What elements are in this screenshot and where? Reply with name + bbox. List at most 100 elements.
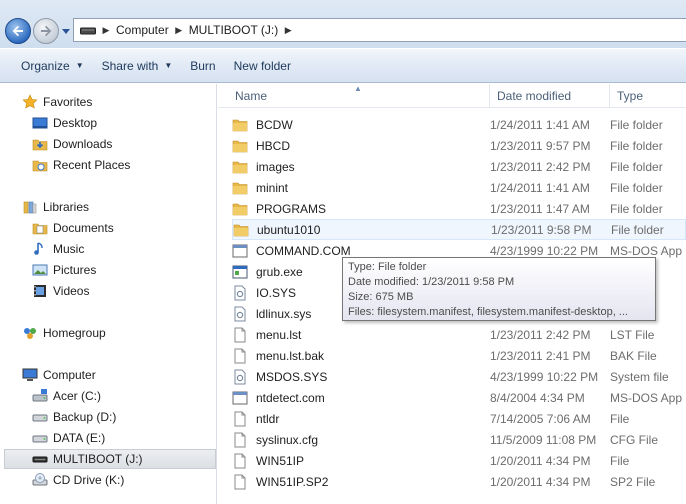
file-row[interactable]: PROGRAMS 1/23/2011 1:47 AM File folder <box>232 198 686 219</box>
documents-icon <box>32 220 48 236</box>
nav-drive-k[interactable]: CD Drive (K:) <box>32 470 202 490</box>
address-bar[interactable]: ▶ Computer ▶ MULTIBOOT (J:) ▶ <box>73 18 686 42</box>
burn-label: Burn <box>190 58 216 73</box>
file-row[interactable]: ubuntu1010 1/23/2011 9:58 PM File folder <box>232 219 686 240</box>
tooltip-files: Files: filesystem.manifest, filesystem.m… <box>348 306 628 318</box>
nav-downloads[interactable]: Downloads <box>32 134 202 154</box>
back-button[interactable] <box>5 18 31 44</box>
system-file-icon <box>232 285 248 301</box>
file-row[interactable]: menu.lst 1/23/2011 2:42 PM LST File <box>232 324 686 345</box>
recent-pages-dropdown[interactable] <box>61 26 71 36</box>
file-type: MS-DOS App <box>610 243 683 258</box>
nav-drive-d[interactable]: Backup (D:) <box>32 407 202 427</box>
star-icon <box>22 94 38 110</box>
nav-desktop[interactable]: Desktop <box>32 113 202 133</box>
file-row[interactable]: menu.lst.bak 1/23/2011 2:41 PM BAK File <box>232 345 686 366</box>
file-row[interactable]: images 1/23/2011 2:42 PM File folder <box>232 156 686 177</box>
nav-favorites[interactable]: Favorites <box>22 92 202 112</box>
nav-computer[interactable]: Computer <box>22 365 202 385</box>
nav-label: Homegroup <box>43 326 106 340</box>
file-date: 1/23/2011 2:42 PM <box>490 327 591 342</box>
file-type: CFG File <box>610 432 658 447</box>
nav-documents[interactable]: Documents <box>32 218 202 238</box>
file-row[interactable]: syslinux.cfg 11/5/2009 11:08 PM CFG File <box>232 429 686 450</box>
folder-info-tooltip: Type: File folder Date modified: 1/23/20… <box>342 257 656 321</box>
breadcrumb-multiboot[interactable]: MULTIBOOT (J:) <box>185 23 283 37</box>
nav-homegroup[interactable]: Homegroup <box>22 323 202 343</box>
file-name: PROGRAMS <box>256 201 327 216</box>
file-date: 7/14/2005 7:06 AM <box>490 411 591 426</box>
file-name: minint <box>256 180 289 195</box>
downloads-folder-icon <box>32 136 48 152</box>
nav-label: Music <box>53 242 85 256</box>
nav-label: Acer (C:) <box>53 389 101 403</box>
share-with-label: Share with <box>101 58 159 73</box>
nav-libraries[interactable]: Libraries <box>22 197 202 217</box>
file-date: 1/20/2011 4:34 PM <box>490 474 591 489</box>
share-with-button[interactable]: Share with ▼ <box>93 55 182 77</box>
file-row[interactable]: BCDW 1/24/2011 1:41 AM File folder <box>232 114 686 135</box>
file-icon <box>232 348 248 364</box>
tooltip-date: Date modified: 1/23/2011 9:58 PM <box>348 276 515 288</box>
new-folder-button[interactable]: New folder <box>225 55 300 77</box>
file-type: File <box>610 411 630 426</box>
desktop-icon <box>32 115 48 131</box>
file-name: menu.lst <box>256 327 302 342</box>
nav-label: Documents <box>53 221 114 235</box>
column-header-date[interactable]: Date modified <box>490 84 610 108</box>
file-type: MS-DOS App <box>610 390 683 405</box>
file-date: 4/23/1999 10:22 PM <box>490 243 599 258</box>
nav-music[interactable]: Music <box>32 239 202 259</box>
caret-down-icon: ▼ <box>75 61 84 70</box>
nav-drive-e[interactable]: DATA (E:) <box>32 428 202 448</box>
file-row[interactable]: HBCD 1/23/2011 9:57 PM File folder <box>232 135 686 156</box>
arrow-left-icon <box>12 25 23 37</box>
nav-label: DATA (E:) <box>53 431 106 445</box>
file-name: ntldr <box>256 411 280 426</box>
forward-button[interactable] <box>33 18 59 44</box>
nav-label: Libraries <box>43 200 90 214</box>
file-date: 8/4/2004 4:34 PM <box>490 390 585 405</box>
chevron-right-icon[interactable]: ▶ <box>100 25 112 36</box>
column-header-type[interactable]: Type <box>610 84 686 108</box>
computer-icon <box>22 367 38 383</box>
drive-icon <box>80 27 96 35</box>
nav-drive-c[interactable]: Acer (C:) <box>32 386 202 406</box>
file-type: File folder <box>610 201 663 216</box>
usb-drive-icon <box>32 451 48 467</box>
file-icon <box>232 432 248 448</box>
drive-icon <box>32 409 48 425</box>
file-date: 1/24/2011 1:41 AM <box>490 117 590 132</box>
nav-recent-places[interactable]: Recent Places <box>32 155 202 175</box>
file-name: syslinux.cfg <box>256 432 319 447</box>
file-row[interactable]: ntdetect.com 8/4/2004 4:34 PM MS-DOS App <box>232 387 686 408</box>
column-label: Name <box>235 89 268 103</box>
file-row[interactable]: ntldr 7/14/2005 7:06 AM File <box>232 408 686 429</box>
file-type: File folder <box>610 180 663 195</box>
nav-videos[interactable]: Videos <box>32 281 202 301</box>
file-name: MSDOS.SYS <box>256 369 328 384</box>
file-icon <box>232 411 248 427</box>
file-date: 1/23/2011 2:41 PM <box>490 348 591 363</box>
cd-drive-icon <box>32 472 48 488</box>
nav-label: Pictures <box>53 263 97 277</box>
breadcrumb-computer[interactable]: Computer <box>112 23 173 37</box>
burn-button[interactable]: Burn <box>181 55 224 77</box>
file-name: ubuntu1010 <box>257 222 321 237</box>
organize-button[interactable]: Organize ▼ <box>12 55 93 77</box>
file-type: File <box>610 453 630 468</box>
file-row[interactable]: MSDOS.SYS 4/23/1999 10:22 PM System file <box>232 366 686 387</box>
file-icon <box>232 327 248 343</box>
file-row[interactable]: WIN51IP.SP2 1/20/2011 4:34 PM SP2 File <box>232 471 686 492</box>
arrow-right-icon <box>41 25 52 37</box>
file-type: LST File <box>610 327 655 342</box>
chevron-right-icon[interactable]: ▶ <box>282 25 294 36</box>
file-row[interactable]: WIN51IP 1/20/2011 4:34 PM File <box>232 450 686 471</box>
nav-drive-j[interactable]: MULTIBOOT (J:) <box>4 449 216 469</box>
nav-pictures[interactable]: Pictures <box>32 260 202 280</box>
homegroup-icon <box>22 325 38 341</box>
system-drive-icon <box>32 388 48 404</box>
file-row[interactable]: minint 1/24/2011 1:41 AM File folder <box>232 177 686 198</box>
file-name: WIN51IP <box>256 453 305 468</box>
chevron-right-icon[interactable]: ▶ <box>173 25 185 36</box>
